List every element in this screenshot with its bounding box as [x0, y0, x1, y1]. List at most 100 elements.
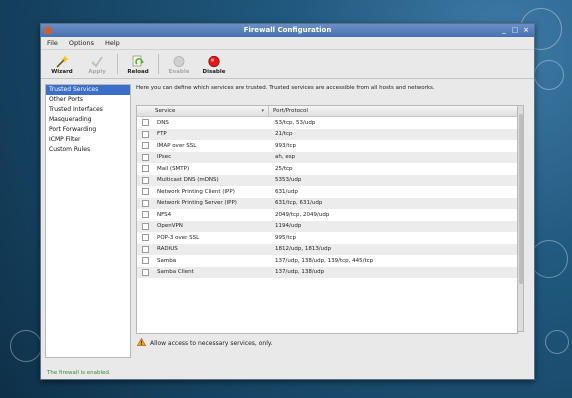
menu-bar: File Options Help: [41, 37, 534, 50]
table-row[interactable]: Network Printing Client (IPP) 631/udp: [137, 186, 517, 198]
service-checkbox[interactable]: [142, 165, 149, 173]
table-row[interactable]: IPsec ah, esp: [137, 151, 517, 163]
table-row[interactable]: FTP 21/tcp: [137, 128, 517, 140]
toolbar-separator: [117, 54, 118, 74]
service-port: 137/udp, 138/udp: [275, 269, 325, 276]
status-bar: The firewall is enabled.: [47, 370, 111, 376]
services-scrollbar[interactable]: [517, 105, 524, 332]
service-port: 993/tcp: [275, 142, 297, 149]
table-row[interactable]: Samba 137/udp, 138/udp, 139/tcp, 445/tcp: [137, 255, 517, 267]
service-port: 21/tcp: [275, 131, 293, 138]
sidebar-item-masquerading[interactable]: Masquerading: [46, 115, 130, 125]
sidebar-item-trusted-services[interactable]: Trusted Services: [46, 85, 130, 95]
table-row[interactable]: Network Printing Server (IPP) 631/tcp, 63…: [137, 197, 517, 209]
close-button[interactable]: ×: [522, 25, 530, 36]
title-bar[interactable]: Firewall Configuration _ □ ×: [41, 24, 534, 37]
sort-arrow-icon: ▾: [261, 108, 264, 114]
service-checkbox[interactable]: [142, 211, 149, 219]
service-name: Multicast DNS (mDNS): [157, 177, 219, 184]
service-name: RADIUS: [157, 246, 178, 253]
apply-button[interactable]: Apply: [82, 55, 112, 78]
service-checkbox[interactable]: [142, 222, 149, 230]
reload-icon: [131, 55, 145, 68]
service-port: 1194/udp: [275, 223, 302, 230]
sidebar-item-other-ports[interactable]: Other Ports: [46, 95, 130, 105]
service-port: 631/tcp, 631/udp: [275, 200, 323, 207]
wizard-wand-icon: [55, 55, 69, 68]
reload-button[interactable]: Reload: [123, 55, 153, 78]
service-name: DNS: [157, 119, 169, 126]
toolbar: Wizard Apply Reload Enable Disable: [41, 50, 534, 79]
disable-red-dot-icon: [207, 55, 221, 68]
service-name: IMAP over SSL: [157, 142, 197, 149]
menu-help[interactable]: Help: [105, 39, 120, 47]
service-checkbox[interactable]: [142, 199, 149, 207]
service-port: 53/tcp, 53/udp: [275, 119, 316, 126]
menu-options[interactable]: Options: [69, 39, 94, 47]
service-checkbox[interactable]: [142, 142, 149, 150]
table-row[interactable]: RADIUS 1812/udp, 1813/udp: [137, 243, 517, 255]
service-checkbox[interactable]: [142, 234, 149, 242]
service-checkbox[interactable]: [142, 188, 149, 196]
enable-circle-icon: [172, 55, 186, 68]
sidebar-item-icmp-filter[interactable]: ICMP Filter: [46, 135, 130, 145]
warning-text: Allow access to necessary services, only…: [150, 339, 273, 347]
service-checkbox[interactable]: [142, 257, 149, 265]
table-row[interactable]: Samba Client 137/udp, 138/udp: [137, 266, 517, 278]
window-title: Firewall Configuration: [243, 26, 332, 34]
sidebar-item-custom-rules[interactable]: Custom Rules: [46, 145, 130, 155]
wizard-label: Wizard: [51, 69, 73, 75]
port-column-header[interactable]: Port/Protocol: [269, 106, 308, 116]
apply-label: Apply: [88, 69, 106, 75]
service-name: POP-3 over SSL: [157, 234, 200, 241]
wizard-button[interactable]: Wizard: [47, 55, 77, 78]
desktop-decoration: [545, 330, 569, 354]
service-name: OpenVPN: [157, 223, 183, 230]
trusted-services-panel: Here you can define which services are t…: [134, 84, 530, 356]
warning-message: Allow access to necessary services, only…: [136, 337, 273, 348]
enable-label: Enable: [168, 69, 190, 75]
service-name: Network Printing Client (IPP): [157, 188, 235, 195]
table-row[interactable]: NFS4 2049/tcp, 2049/udp: [137, 209, 517, 221]
disable-button[interactable]: Disable: [199, 55, 229, 78]
service-port: 5353/udp: [275, 177, 302, 184]
service-name: Samba: [157, 257, 177, 264]
enable-button[interactable]: Enable: [164, 55, 194, 78]
service-port: 631/udp: [275, 188, 298, 195]
table-row[interactable]: DNS 53/tcp, 53/udp: [137, 117, 517, 129]
table-row[interactable]: POP-3 over SSL 995/tcp: [137, 232, 517, 244]
menu-file[interactable]: File: [47, 39, 58, 47]
table-row[interactable]: Mail (SMTP) 25/tcp: [137, 163, 517, 175]
service-checkbox[interactable]: [142, 268, 149, 276]
service-checkbox[interactable]: [142, 245, 149, 253]
warning-triangle-icon: [136, 337, 147, 348]
minimize-button[interactable]: _: [500, 25, 508, 36]
disable-label: Disable: [202, 69, 226, 75]
desktop-decoration: [530, 240, 568, 278]
scrollbar-thumb[interactable]: [519, 114, 523, 284]
service-checkbox[interactable]: [142, 176, 149, 184]
category-sidebar: Trusted Services Other Ports Trusted Int…: [45, 84, 131, 358]
desktop-decoration: [10, 330, 42, 362]
maximize-button[interactable]: □: [511, 25, 519, 36]
service-checkbox[interactable]: [142, 153, 149, 161]
service-checkbox[interactable]: [142, 130, 149, 138]
service-name: Network Printing Server (IPP): [157, 200, 237, 207]
service-name: IPsec: [157, 154, 172, 161]
firewall-window: Firewall Configuration _ □ × File Option…: [40, 23, 535, 380]
service-checkbox[interactable]: [142, 119, 149, 127]
service-name: NFS4: [157, 211, 172, 218]
sidebar-item-port-forwarding[interactable]: Port Forwarding: [46, 125, 130, 135]
service-port: 25/tcp: [275, 165, 293, 172]
desktop-decoration: [534, 60, 564, 90]
table-row[interactable]: OpenVPN 1194/udp: [137, 220, 517, 232]
reload-label: Reload: [127, 69, 149, 75]
table-row[interactable]: Multicast DNS (mDNS) 5353/udp: [137, 174, 517, 186]
apply-check-icon: [90, 55, 104, 68]
table-row[interactable]: IMAP over SSL 993/tcp: [137, 140, 517, 152]
service-port: ah, esp: [275, 154, 296, 161]
service-port: 2049/tcp, 2049/udp: [275, 211, 330, 218]
sidebar-item-trusted-interfaces[interactable]: Trusted Interfaces: [46, 105, 130, 115]
toolbar-separator: [158, 54, 159, 74]
service-column-header[interactable]: Service ▾: [137, 106, 269, 116]
